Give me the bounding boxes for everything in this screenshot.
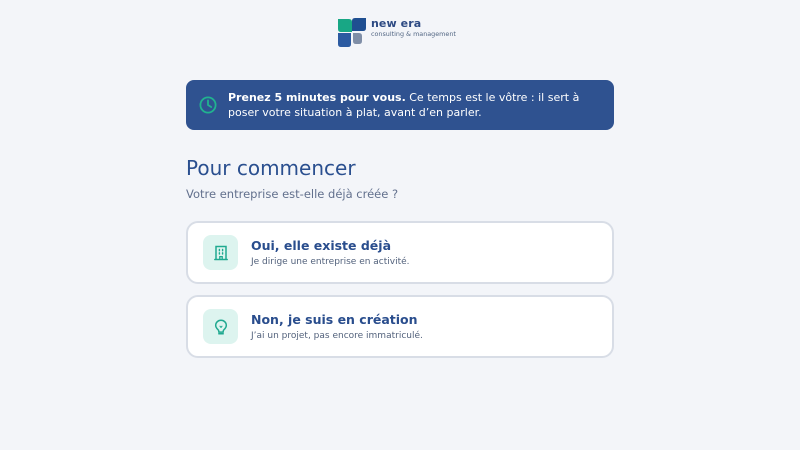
company-question: Votre entreprise est-elle déjà créée ? bbox=[186, 187, 399, 201]
brand-name: new era bbox=[371, 17, 422, 30]
creation-icon-box bbox=[203, 309, 238, 344]
existing-company-icon-box bbox=[203, 235, 238, 270]
creation-title: Non, je suis en création bbox=[251, 311, 418, 327]
existing-company-title: Oui, elle existe déjà bbox=[251, 237, 392, 253]
banner-text: Prenez 5 minutes pour vous. Ce temps est… bbox=[228, 90, 602, 120]
lightbulb-icon bbox=[214, 319, 227, 335]
time-banner: Prenez 5 minutes pour vous. Ce temps est… bbox=[186, 80, 614, 130]
existing-company-subtitle: Je dirige une entreprise en activité. bbox=[251, 256, 410, 267]
creation-option[interactable]: Non, je suis en création J’ai un projet,… bbox=[186, 295, 614, 358]
brand-logo: new era consulting & management bbox=[337, 17, 456, 48]
page-title: Pour commencer bbox=[186, 156, 356, 180]
clock-icon bbox=[199, 96, 217, 114]
creation-subtitle: J’ai un projet, pas encore immatriculé. bbox=[251, 330, 423, 341]
existing-company-option[interactable]: Oui, elle existe déjà Je dirige une entr… bbox=[186, 221, 614, 284]
banner-emphasis: Prenez 5 minutes pour vous. bbox=[228, 91, 406, 104]
building-icon bbox=[213, 245, 228, 260]
brand-mark-icon bbox=[338, 18, 366, 47]
brand-tagline: consulting & management bbox=[371, 30, 456, 38]
